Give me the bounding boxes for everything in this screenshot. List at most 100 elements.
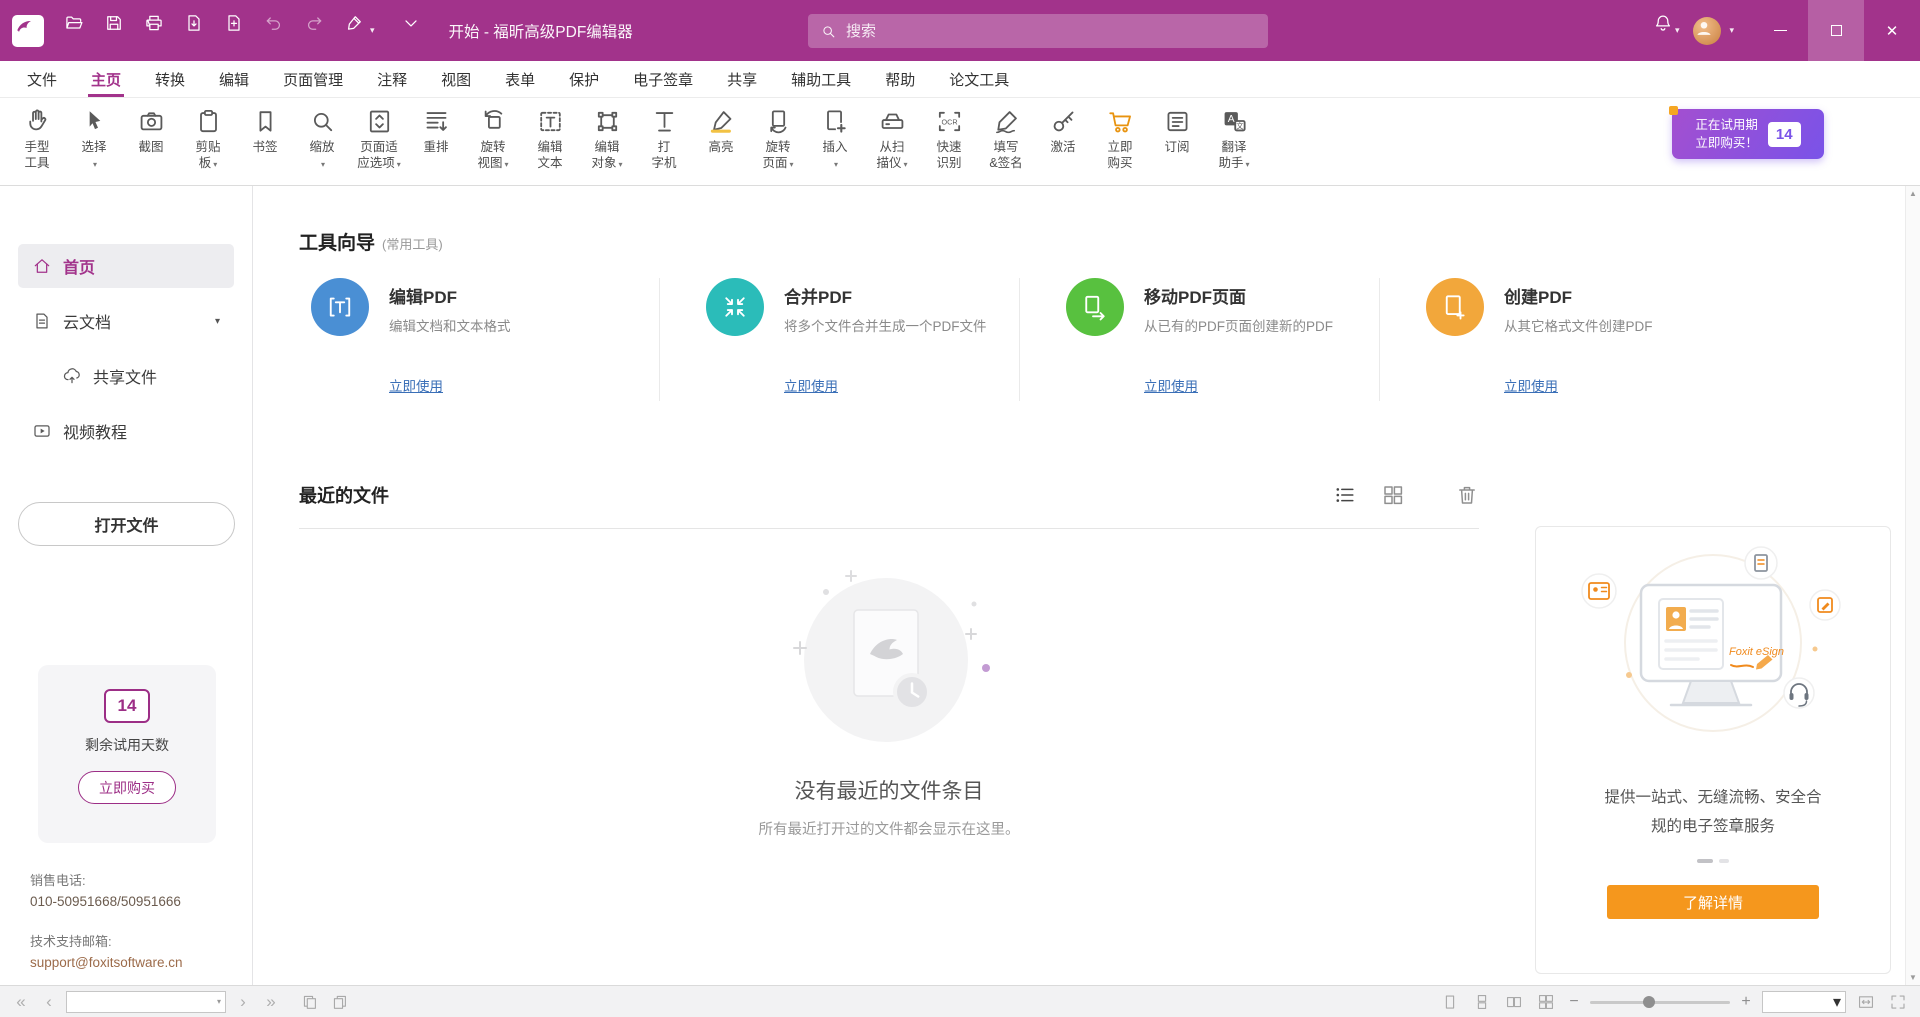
open-file-button-large[interactable]: 打开文件 <box>18 502 235 546</box>
ribbon-tool-bookmark[interactable]: 书签 <box>238 105 292 157</box>
zoom-out-button[interactable]: − <box>1566 993 1582 1011</box>
chevron-down-icon[interactable]: ▾ <box>370 25 375 36</box>
content-scrollbar[interactable]: ▲ ▼ <box>1905 186 1920 985</box>
ribbon-tool-fill-sign[interactable]: 填写 &签名 <box>979 105 1033 174</box>
sidebar-item-share-cloud[interactable]: 共享文件 <box>18 354 234 398</box>
zoom-slider-track[interactable] <box>1590 1001 1730 1004</box>
create-pdf-button[interactable] <box>216 13 252 49</box>
esign-button[interactable] <box>336 13 372 49</box>
open-file-button[interactable] <box>56 13 92 49</box>
menu-item-6[interactable]: 注释 <box>360 61 424 97</box>
scroll-down-arrow[interactable]: ▼ <box>1906 973 1920 982</box>
previous-page-button[interactable]: ‹ <box>38 990 60 1014</box>
chevron-down-icon[interactable]: ▾ <box>1675 25 1680 36</box>
facing-continuous-view-button[interactable] <box>1534 991 1558 1013</box>
ribbon-tool-cart[interactable]: 立即 购买 <box>1093 105 1147 174</box>
page-number-input[interactable] <box>71 995 217 1009</box>
fit-width-button[interactable] <box>1854 991 1878 1013</box>
menu-item-8[interactable]: 表单 <box>488 61 552 97</box>
promo-pagination-dots[interactable] <box>1536 859 1890 863</box>
next-page-button[interactable]: › <box>232 990 254 1014</box>
redo-button[interactable] <box>296 13 332 49</box>
user-avatar[interactable] <box>1693 17 1721 45</box>
menu-item-1[interactable]: 文件 <box>10 61 74 97</box>
menu-item-2[interactable]: 主页 <box>74 61 138 97</box>
menu-item-10[interactable]: 电子签章 <box>616 61 710 97</box>
chevron-down-icon[interactable]: ▾ <box>1833 992 1841 1012</box>
zoom-slider-thumb[interactable] <box>1643 996 1655 1008</box>
ribbon-tool-scanner[interactable]: 从扫 描仪▾ <box>865 105 919 174</box>
zoom-level-input[interactable] <box>1767 995 1833 1009</box>
customize-toolbar-button[interactable] <box>393 13 429 49</box>
fullscreen-button[interactable] <box>1886 991 1910 1013</box>
ribbon-tool-edit-text[interactable]: 编辑 文本 <box>523 105 577 174</box>
grid-view-button[interactable] <box>1381 483 1405 507</box>
ribbon-tool-highlight[interactable]: 高亮 <box>694 105 748 157</box>
ribbon-tool-insert-page[interactable]: 插入 ▾ <box>808 105 862 174</box>
ribbon-tool-fit-page[interactable]: 页面适 应选项▾ <box>352 105 406 174</box>
use-now-link[interactable]: 立即使用 <box>1144 375 1198 395</box>
search-input[interactable] <box>846 23 1256 40</box>
zoom-in-button[interactable]: + <box>1738 993 1754 1011</box>
sidebar-item-cloud-doc[interactable]: 云文档▾ <box>18 299 234 343</box>
ribbon-tool-zoom[interactable]: 缩放 ▾ <box>295 105 349 174</box>
learn-more-button[interactable]: 了解详情 <box>1607 885 1819 919</box>
minimize-button[interactable] <box>1752 0 1808 61</box>
menu-item-7[interactable]: 视图 <box>424 61 488 97</box>
ribbon-tool-edit-object[interactable]: 编辑 对象▾ <box>580 105 634 174</box>
first-page-button[interactable]: « <box>10 990 32 1014</box>
tool-card[interactable]: 创建PDF从其它格式文件创建PDF立即使用 <box>1379 278 1739 401</box>
menu-item-13[interactable]: 帮助 <box>868 61 932 97</box>
ribbon-tool-hand[interactable]: 手型 工具 <box>10 105 64 174</box>
page-number-box[interactable]: ▾ <box>66 991 226 1013</box>
scroll-up-arrow[interactable]: ▲ <box>1906 189 1920 198</box>
last-page-button[interactable]: » <box>260 990 282 1014</box>
ribbon-tool-activate[interactable]: 激活 <box>1036 105 1090 157</box>
support-email-link[interactable]: support@foxitsoftware.cn <box>30 955 183 970</box>
sidebar-item-video[interactable]: 视频教程 <box>18 409 234 453</box>
facing-view-button[interactable] <box>1502 991 1526 1013</box>
zoom-slider[interactable] <box>1590 995 1730 1009</box>
ribbon-tool-reflow[interactable]: 重排 <box>409 105 463 157</box>
use-now-link[interactable]: 立即使用 <box>389 375 443 395</box>
ribbon-tool-typewriter[interactable]: 打 字机 <box>637 105 691 174</box>
tool-card[interactable]: 移动PDF页面从已有的PDF页面创建新的PDF立即使用 <box>1019 278 1379 401</box>
zoom-level-box[interactable]: ▾ <box>1762 991 1846 1013</box>
export-pdf-button[interactable] <box>176 13 212 49</box>
menu-item-9[interactable]: 保护 <box>552 61 616 97</box>
search-box[interactable] <box>808 14 1268 48</box>
print-button[interactable] <box>136 13 172 49</box>
dot-active[interactable] <box>1697 859 1713 863</box>
maximize-button[interactable] <box>1808 0 1864 61</box>
list-view-button[interactable] <box>1333 483 1357 507</box>
ribbon-tool-camera[interactable]: 截图 <box>124 105 178 157</box>
ribbon-tool-rotate-view[interactable]: 旋转 视图▾ <box>466 105 520 174</box>
ribbon-tool-select[interactable]: 选择 ▾ <box>67 105 121 174</box>
dot-inactive[interactable] <box>1719 859 1729 863</box>
tool-card[interactable]: 合并PDF将多个文件合并生成一个PDF文件立即使用 <box>659 278 1019 401</box>
ribbon-tool-translate[interactable]: A文翻译 助手▾ <box>1207 105 1261 174</box>
buy-now-button[interactable]: 立即购买 <box>78 771 176 804</box>
menu-item-4[interactable]: 编辑 <box>202 61 266 97</box>
ribbon-tool-clipboard[interactable]: 剪贴 板▾ <box>181 105 235 174</box>
undo-button[interactable] <box>256 13 292 49</box>
menu-item-5[interactable]: 页面管理 <box>266 61 360 97</box>
previous-view-button[interactable] <box>298 991 322 1013</box>
chevron-down-icon[interactable]: ▾ <box>215 316 220 327</box>
use-now-link[interactable]: 立即使用 <box>1504 375 1558 395</box>
use-now-link[interactable]: 立即使用 <box>784 375 838 395</box>
clear-recent-button[interactable] <box>1455 483 1479 507</box>
chevron-down-icon[interactable]: ▾ <box>1729 25 1734 36</box>
tool-card[interactable]: 编辑PDF编辑文档和文本格式立即使用 <box>299 278 659 401</box>
menu-item-14[interactable]: 论文工具 <box>932 61 1026 97</box>
next-view-button[interactable] <box>328 991 352 1013</box>
menu-item-12[interactable]: 辅助工具 <box>774 61 868 97</box>
continuous-view-button[interactable] <box>1470 991 1494 1013</box>
ribbon-tool-ocr[interactable]: OCR快速 识别 <box>922 105 976 174</box>
sidebar-item-home[interactable]: 首页 <box>18 244 234 288</box>
ribbon-tool-rotate-page[interactable]: 旋转 页面▾ <box>751 105 805 174</box>
menu-item-3[interactable]: 转换 <box>138 61 202 97</box>
chevron-down-icon[interactable]: ▾ <box>217 997 221 1006</box>
trial-purchase-badge[interactable]: 正在试用期 立即购买！ 14 <box>1672 109 1824 159</box>
close-button[interactable]: ✕ <box>1864 0 1920 61</box>
